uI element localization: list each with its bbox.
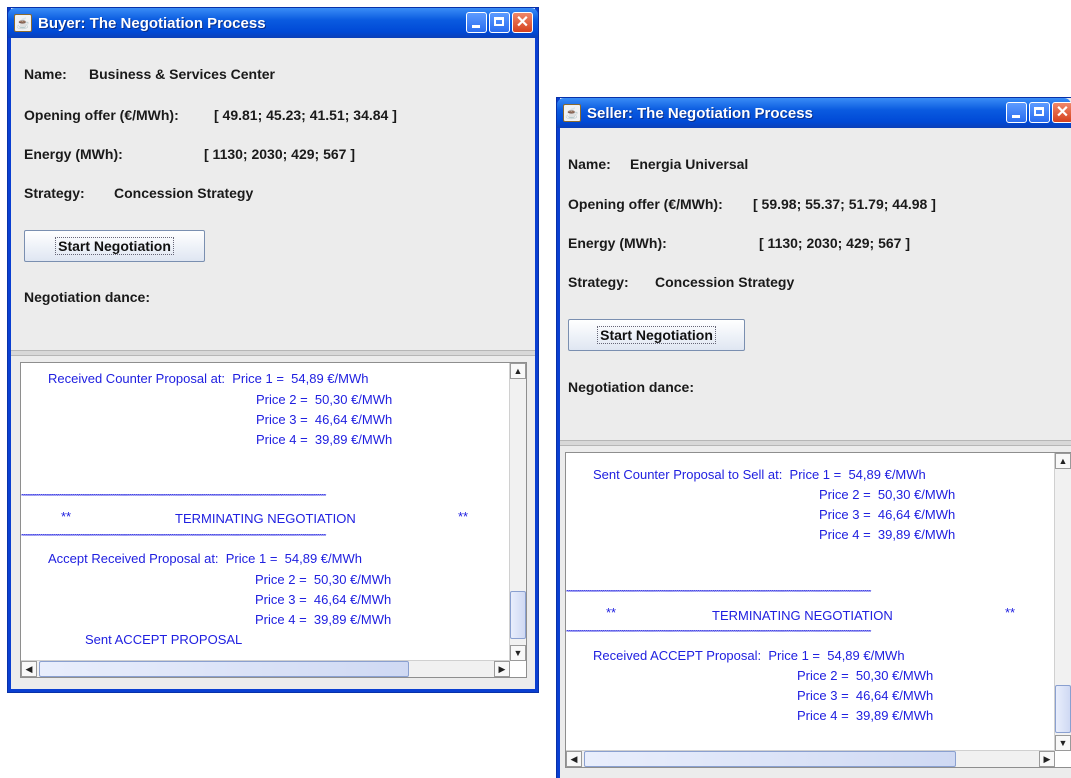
log-line: Price 3 = 46,64 €/MWh: [256, 412, 393, 427]
negotiation-log[interactable]: Received Counter Proposal at: Price 1 = …: [20, 362, 527, 678]
scroll-right-arrow[interactable]: ▶: [494, 661, 510, 677]
vertical-scrollbar[interactable]: ▲ ▼: [1054, 453, 1071, 751]
minimize-icon: [472, 25, 480, 28]
log-line: Price 2 = 50,30 €/MWh: [797, 668, 934, 683]
seller-titlebar[interactable]: ☕ Seller: The Negotiation Process ✕: [557, 98, 1071, 128]
log-line: Accept Received Proposal at: Price 1 = 5…: [48, 551, 362, 566]
horizontal-scrollbar[interactable]: ◀ ▶: [21, 660, 510, 677]
close-icon: ✕: [1055, 104, 1070, 121]
vertical-scroll-thumb[interactable]: [1055, 685, 1071, 733]
maximize-icon: [494, 17, 504, 26]
log-line: Received ACCEPT Proposal: Price 1 = 54,8…: [593, 648, 905, 663]
log-separator: ****************************************…: [21, 534, 326, 540]
start-negotiation-label: Start Negotiation: [55, 237, 174, 255]
energy-value: [ 1130; 2030; 429; 567 ]: [204, 146, 355, 162]
log-line: Price 2 = 50,30 €/MWh: [255, 572, 392, 587]
start-negotiation-button[interactable]: Start Negotiation: [568, 319, 745, 351]
energy-value: [ 1130; 2030; 429; 567 ]: [759, 235, 910, 251]
close-button[interactable]: ✕: [1052, 102, 1071, 123]
log-line: Price 4 = 39,89 €/MWh: [819, 527, 956, 542]
log-line: **: [458, 509, 469, 524]
scroll-down-arrow[interactable]: ▼: [510, 645, 526, 661]
vertical-scrollbar[interactable]: ▲ ▼: [509, 363, 526, 661]
log-line: Received Counter Proposal at: Price 1 = …: [48, 371, 369, 386]
scroll-up-arrow[interactable]: ▲: [1055, 453, 1071, 469]
energy-label: Energy (MWh):: [24, 146, 123, 162]
seller-window: ☕ Seller: The Negotiation Process ✕ Name…: [557, 98, 1071, 778]
log-line: Price 2 = 50,30 €/MWh: [819, 487, 956, 502]
start-negotiation-button[interactable]: Start Negotiation: [24, 230, 205, 262]
strategy-value: Concession Strategy: [114, 185, 254, 201]
close-button[interactable]: ✕: [512, 12, 533, 33]
java-app-icon: ☕: [14, 14, 32, 32]
horizontal-scroll-thumb[interactable]: [584, 751, 956, 767]
name-label: Name:: [24, 66, 67, 82]
log-line: TERMINATING NEGOTIATION: [175, 511, 356, 526]
log-line: Price 3 = 46,64 €/MWh: [255, 592, 392, 607]
negotiation-dance-label: Negotiation dance:: [24, 289, 151, 305]
log-separator: ****************************************…: [566, 630, 871, 636]
strategy-label: Strategy:: [24, 185, 85, 201]
maximize-button[interactable]: [1029, 102, 1050, 123]
buyer-window: ☕ Buyer: The Negotiation Process ✕ Name:…: [8, 8, 538, 692]
split-pane-divider[interactable]: [11, 350, 535, 356]
energy-label: Energy (MWh):: [568, 235, 667, 251]
horizontal-scrollbar[interactable]: ◀ ▶: [566, 750, 1055, 767]
maximize-button[interactable]: [489, 12, 510, 33]
log-line: TERMINATING NEGOTIATION: [712, 608, 893, 623]
log-line: Price 2 = 50,30 €/MWh: [256, 392, 393, 407]
opening-offer-label: Opening offer (€/MWh):: [568, 196, 723, 212]
vertical-scroll-thumb[interactable]: [510, 591, 526, 639]
buyer-titlebar[interactable]: ☕ Buyer: The Negotiation Process ✕: [8, 8, 538, 38]
log-line: Price 4 = 39,89 €/MWh: [256, 432, 393, 447]
minimize-icon: [1012, 115, 1020, 118]
negotiation-dance-label: Negotiation dance:: [568, 379, 695, 395]
log-line: Price 3 = 46,64 €/MWh: [797, 688, 934, 703]
scroll-left-arrow[interactable]: ◀: [566, 751, 582, 767]
name-label: Name:: [568, 156, 611, 172]
minimize-button[interactable]: [1006, 102, 1027, 123]
log-line: Price 3 = 46,64 €/MWh: [819, 507, 956, 522]
window-title: Buyer: The Negotiation Process: [38, 14, 266, 32]
log-line: Sent Counter Proposal to Sell at: Price …: [593, 467, 926, 482]
horizontal-scroll-thumb[interactable]: [39, 661, 409, 677]
negotiation-log[interactable]: Sent Counter Proposal to Sell at: Price …: [565, 452, 1071, 768]
log-line: **: [1005, 605, 1016, 620]
close-icon: ✕: [515, 14, 530, 31]
window-title: Seller: The Negotiation Process: [587, 104, 813, 122]
log-line: **: [61, 509, 72, 524]
opening-offer-label: Opening offer (€/MWh):: [24, 107, 179, 123]
name-value: Business & Services Center: [89, 66, 275, 82]
scroll-up-arrow[interactable]: ▲: [510, 363, 526, 379]
scroll-right-arrow[interactable]: ▶: [1039, 751, 1055, 767]
log-line: Price 4 = 39,89 €/MWh: [797, 708, 934, 723]
opening-offer-value: [ 59.98; 55.37; 51.79; 44.98 ]: [753, 196, 936, 212]
log-line: **: [606, 605, 617, 620]
java-app-icon: ☕: [563, 104, 581, 122]
log-separator: ****************************************…: [21, 494, 326, 500]
split-pane-divider[interactable]: [560, 440, 1071, 446]
log-line: Sent ACCEPT PROPOSAL: [85, 632, 243, 647]
opening-offer-value: [ 49.81; 45.23; 41.51; 34.84 ]: [214, 107, 397, 123]
log-separator: ****************************************…: [566, 590, 871, 596]
scroll-down-arrow[interactable]: ▼: [1055, 735, 1071, 751]
start-negotiation-label: Start Negotiation: [597, 326, 716, 344]
log-line: Price 4 = 39,89 €/MWh: [255, 612, 392, 627]
strategy-value: Concession Strategy: [655, 274, 795, 290]
minimize-button[interactable]: [466, 12, 487, 33]
scroll-left-arrow[interactable]: ◀: [21, 661, 37, 677]
maximize-icon: [1034, 107, 1044, 116]
name-value: Energia Universal: [630, 156, 749, 172]
strategy-label: Strategy:: [568, 274, 629, 290]
